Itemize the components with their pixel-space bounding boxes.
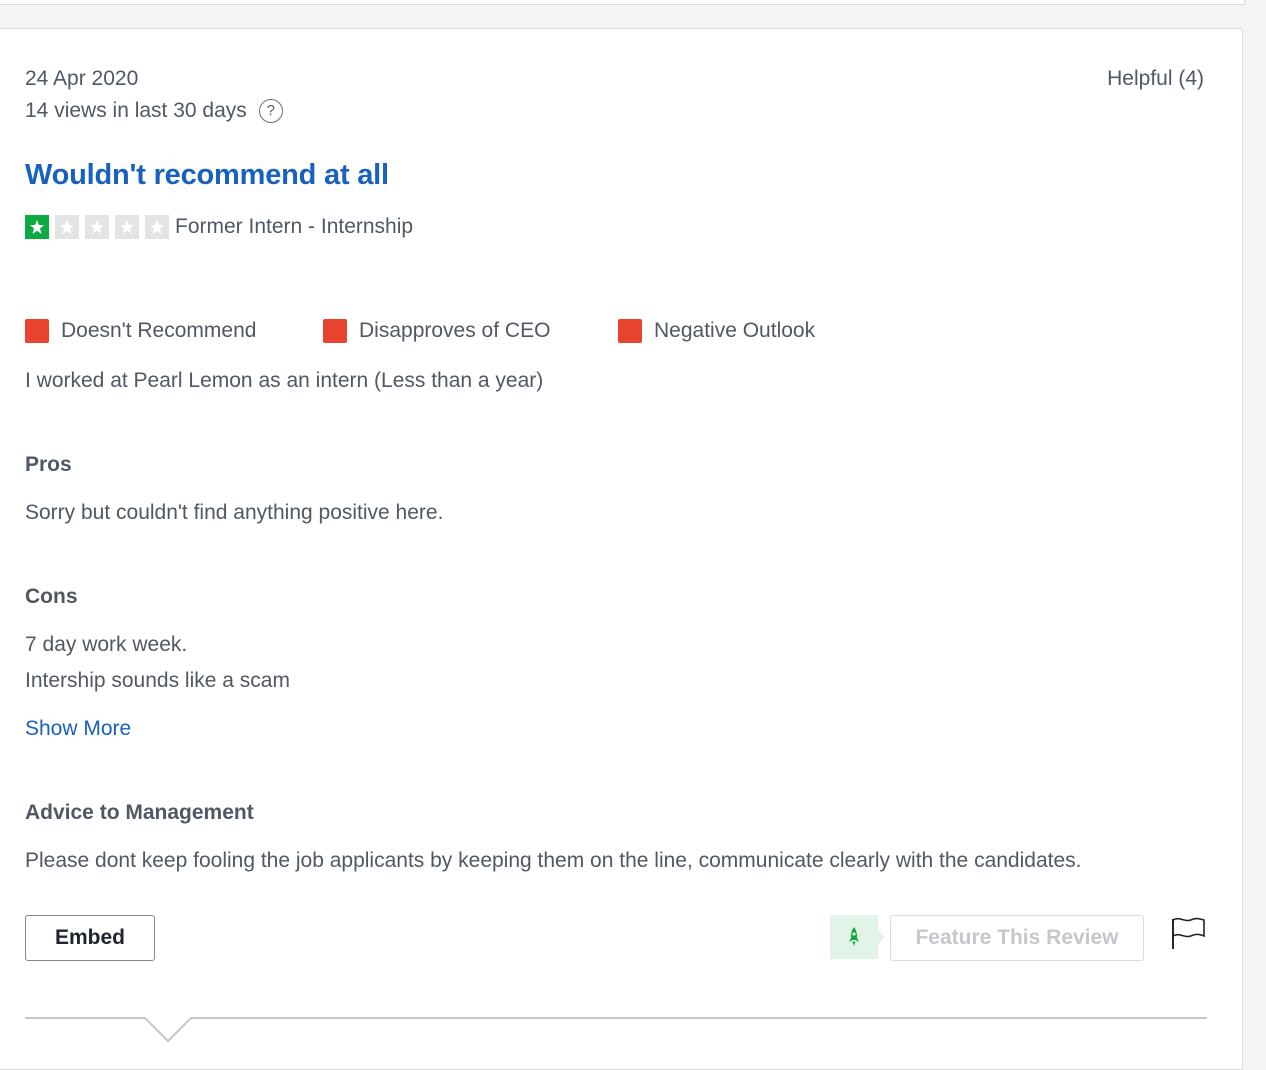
employment-status: I worked at Pearl Lemon as an intern (Le… [25,369,544,392]
helpful-button[interactable]: Helpful (4) [1107,67,1204,91]
rocket-icon [830,915,885,959]
previous-review-card [0,0,1245,5]
indicator-ceo: Disapproves of CEO [323,319,550,343]
indicator-recommend: Doesn't Recommend [25,319,256,343]
review-views: 14 views in last 30 days ? [25,99,283,123]
cons-text-line: 7 day work week. [25,633,188,656]
flag-icon[interactable] [1170,915,1206,951]
cons-heading: Cons [25,585,78,608]
reviewer-job-title: Former Intern - Internship [175,215,414,238]
star-icon-empty [145,215,169,239]
pros-heading: Pros [25,453,72,476]
negative-square-icon [25,319,49,343]
section-divider [25,1017,1207,1043]
help-question-icon[interactable]: ? [258,99,283,123]
feature-review-button[interactable]: Feature This Review [890,915,1144,961]
negative-square-icon [323,319,347,343]
views-count: 14 views in last 30 days [25,99,247,122]
show-more-link[interactable]: Show More [25,717,131,741]
review-card: 24 Apr 2020 14 views in last 30 days ? H… [0,28,1243,1070]
star-icon-empty [115,215,139,239]
embed-button[interactable]: Embed [25,915,155,961]
advice-text: Please dont keep fooling the job applica… [25,849,1082,872]
star-icon-filled [25,215,49,239]
indicator-label: Doesn't Recommend [61,319,257,342]
indicator-label: Negative Outlook [654,319,816,342]
indicator-outlook: Negative Outlook [618,319,815,343]
advice-heading: Advice to Management [25,801,254,824]
review-title[interactable]: Wouldn't recommend at all [25,159,389,192]
indicator-label: Disapproves of CEO [359,319,551,342]
cons-text-line: Intership sounds like a scam [25,669,290,692]
star-icon-empty [85,215,109,239]
rating-row: Former Intern - Internship [25,215,413,239]
review-date: 24 Apr 2020 [25,67,139,90]
star-icon-empty [55,215,79,239]
pros-text: Sorry but couldn't find anything positiv… [25,501,444,524]
negative-square-icon [618,319,642,343]
